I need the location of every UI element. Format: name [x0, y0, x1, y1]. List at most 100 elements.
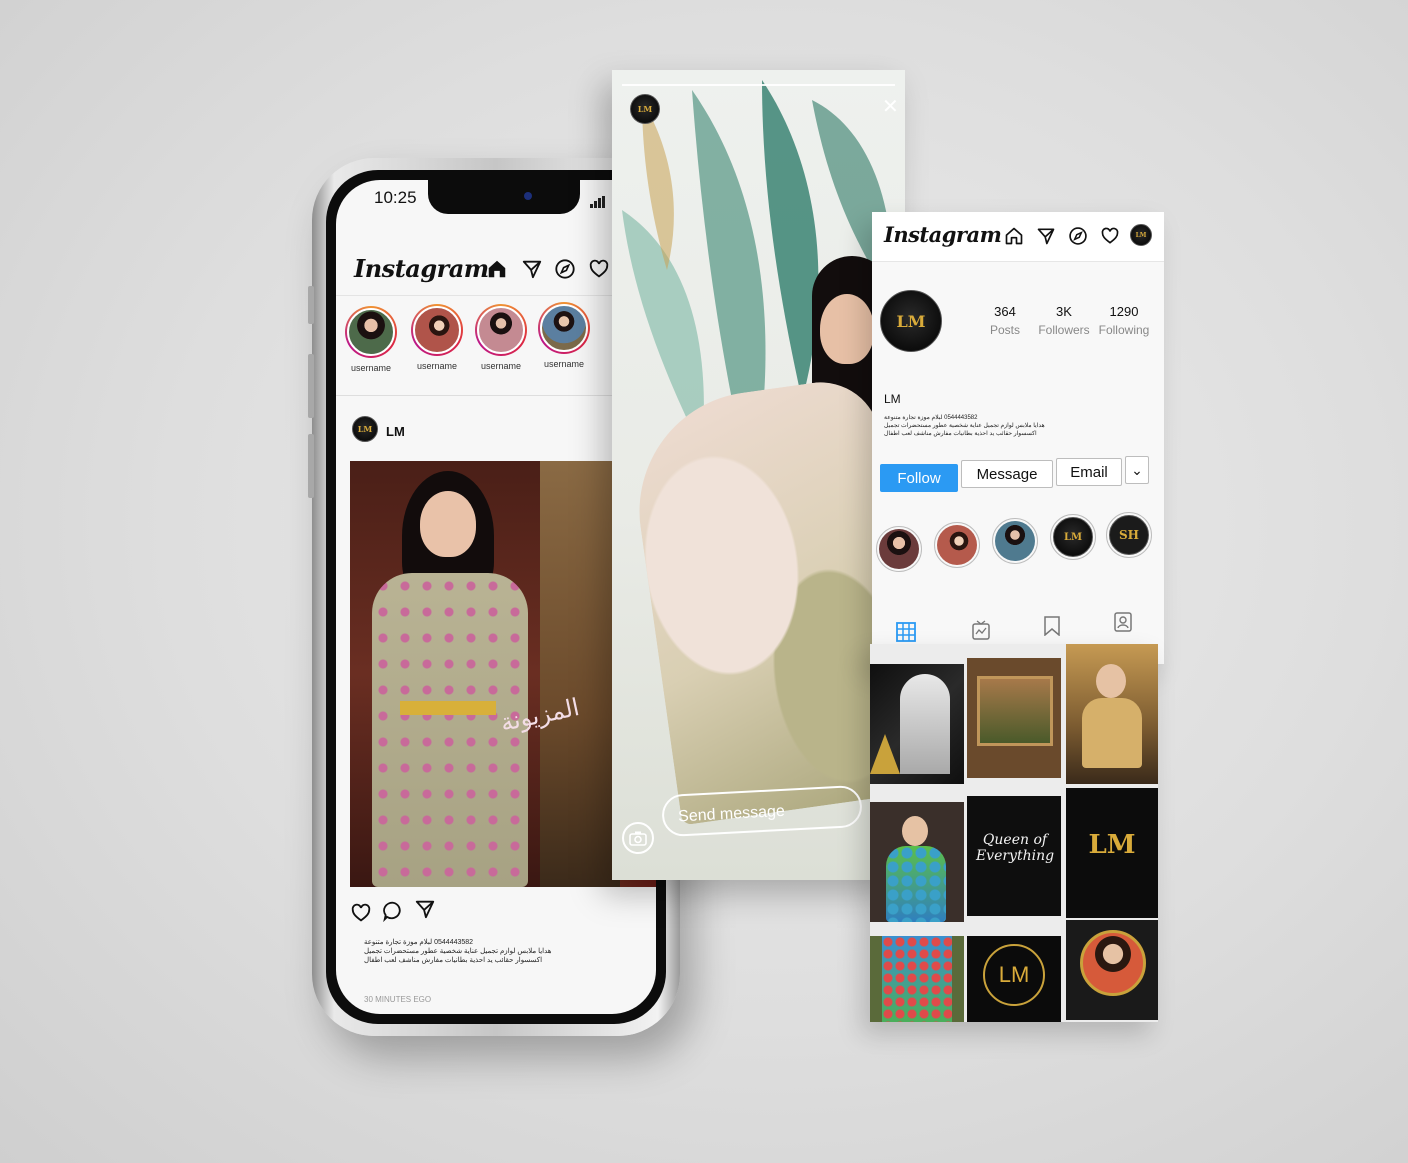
story-item[interactable]: username	[406, 304, 468, 371]
story-avatar	[347, 308, 395, 356]
bio-line: هدايا ملابس لوازم تجميل عناية شخصية عطور…	[884, 423, 1045, 429]
story-viewer: LM ✕ Send message	[612, 70, 905, 880]
volume-down-button	[308, 434, 314, 498]
story-avatar[interactable]: LM	[630, 94, 660, 124]
model-dress	[886, 846, 946, 922]
profile-post-grid: Queen of Everything LM LM	[870, 644, 1158, 1022]
story-item[interactable]: username	[340, 306, 402, 373]
message-button[interactable]: Message	[961, 460, 1053, 488]
story-username: username	[416, 361, 458, 371]
highlight-item[interactable]: SH	[1106, 512, 1152, 558]
bio-line: اكسسوار حقائب يد احذية بطانيات مفارش منا…	[884, 431, 1037, 437]
highlight-image	[995, 521, 1035, 561]
story-username: username	[543, 359, 585, 369]
gold-logo: LM	[1088, 830, 1136, 860]
heart-icon[interactable]	[1100, 226, 1120, 246]
stat-posts[interactable]: 364 Posts	[975, 304, 1035, 337]
profile-username: LM	[884, 392, 901, 406]
signal-icon	[590, 196, 606, 208]
comment-icon[interactable]	[382, 900, 404, 922]
post-header: LM LM	[336, 402, 656, 458]
grid-post[interactable]: Queen of Everything	[967, 796, 1061, 916]
status-time: 10:25	[374, 188, 417, 207]
direct-message-icon[interactable]	[1036, 226, 1056, 246]
highlight-item[interactable]	[934, 522, 980, 568]
model-face	[902, 816, 928, 846]
profile-avatar[interactable]: LM	[880, 290, 942, 352]
stat-label: Followers	[1038, 323, 1090, 337]
post-actions	[350, 892, 650, 932]
highlight-item[interactable]: LM	[1050, 514, 1096, 560]
home-icon[interactable]	[486, 258, 508, 280]
grid-post[interactable]: LM	[1066, 788, 1158, 918]
grid-post[interactable]	[967, 658, 1061, 778]
caption-line: 0544443582 لبلام موزة تجارة متنوعة	[364, 939, 474, 946]
post-caption: 0544443582 لبلام موزة تجارة متنوعة هدايا…	[364, 938, 634, 965]
instagram-logo[interactable]: Instagram	[884, 222, 1002, 247]
caption-line: اكسسوار حقائب يد احذية بطانيات مفارش منا…	[364, 957, 543, 964]
profile-nav-avatar[interactable]: LM	[1130, 224, 1152, 246]
more-options-button[interactable]: ⌄	[1125, 456, 1149, 484]
instagram-logo[interactable]: Instagram	[354, 254, 489, 283]
story-item[interactable]: username	[533, 302, 595, 369]
igtv-tab-icon[interactable]	[972, 620, 990, 640]
tagged-tab-icon[interactable]	[1114, 612, 1132, 632]
model-dress	[1082, 698, 1142, 768]
like-icon[interactable]	[350, 902, 372, 924]
phone-notch	[428, 180, 580, 214]
grid-post[interactable]	[870, 802, 964, 922]
heart-icon[interactable]	[588, 258, 610, 280]
grid-post[interactable]	[1066, 920, 1158, 1020]
lm-logo: LM	[983, 944, 1045, 1006]
highlight-item[interactable]	[992, 518, 1038, 564]
grid-tab-icon[interactable]	[896, 622, 916, 642]
stat-following[interactable]: 1290 Following	[1094, 304, 1154, 337]
dress-image	[900, 674, 950, 774]
story-avatar	[413, 306, 461, 354]
direct-message-icon[interactable]	[521, 258, 543, 280]
highlight-image	[937, 525, 977, 565]
stat-label: Following	[1098, 323, 1150, 337]
gold-belt	[400, 701, 496, 715]
post-image[interactable]: المزيونة	[350, 461, 656, 887]
grid-post[interactable]	[1066, 644, 1158, 784]
stat-label: Posts	[989, 323, 1020, 337]
stat-number: 3K	[1056, 304, 1072, 319]
model-face-front	[420, 491, 476, 557]
model-face	[1096, 664, 1126, 698]
profile-top-nav: Instagram LM	[872, 212, 1164, 262]
highlight-item[interactable]	[876, 526, 922, 572]
post-timestamp: 30 MINUTES EGO	[364, 995, 432, 1004]
highlight-image: SH	[1109, 515, 1149, 555]
grid-post[interactable]	[870, 936, 964, 1022]
story-item[interactable]: username	[470, 304, 532, 371]
grid-post[interactable]: LM	[967, 936, 1061, 1022]
email-button[interactable]: Email	[1056, 458, 1122, 486]
stat-number: 364	[994, 304, 1016, 319]
highlight-image	[879, 529, 919, 569]
grid-post[interactable]	[870, 664, 964, 784]
explore-icon[interactable]	[1068, 226, 1088, 246]
story-username: username	[480, 361, 522, 371]
highlight-image: LM	[1053, 517, 1093, 557]
queen-of-everything-text: Queen of Everything	[975, 832, 1055, 864]
stat-number: 1290	[1109, 304, 1139, 319]
bio-line: 0544443582 لبلام موزة تجارة متنوعة	[884, 415, 978, 421]
home-icon[interactable]	[1004, 226, 1024, 246]
camera-button[interactable]	[622, 822, 654, 854]
story-progress-bar	[622, 84, 895, 86]
follow-button[interactable]: Follow	[880, 464, 958, 492]
explore-icon[interactable]	[554, 258, 576, 280]
close-icon[interactable]: ✕	[882, 94, 899, 119]
profile-panel: Instagram LM LM 364 Posts 3K Followers 1…	[872, 212, 1164, 664]
volume-up-button	[308, 354, 314, 418]
saved-tab-icon[interactable]	[1044, 616, 1060, 636]
phone-screen: 10:25 Instagram username username userna…	[336, 180, 656, 1014]
post-username[interactable]: LM	[386, 424, 405, 439]
stat-followers[interactable]: 3K Followers	[1034, 304, 1094, 337]
story-avatar	[477, 306, 525, 354]
caption-line: هدايا ملابس لوازم تجميل عناية شخصية عطور…	[364, 948, 552, 955]
stories-row: username username username username	[336, 296, 656, 396]
post-avatar[interactable]: LM	[352, 416, 378, 442]
share-icon[interactable]	[414, 898, 436, 920]
